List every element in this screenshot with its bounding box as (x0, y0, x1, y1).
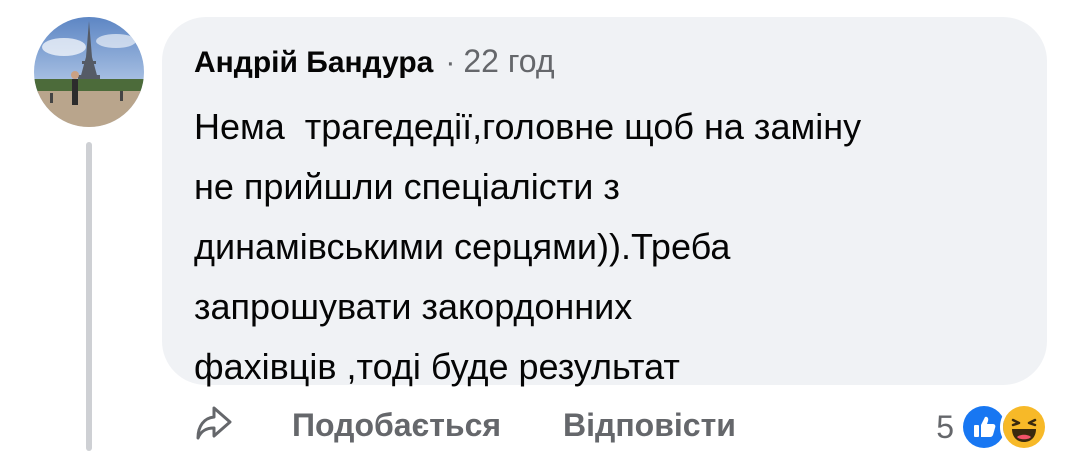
timestamp[interactable]: 22 год (463, 43, 554, 80)
reactions-summary[interactable]: 5 (936, 403, 1048, 451)
comment-text-line: динамівськими серцями)).Треба (194, 226, 731, 267)
reply-button[interactable]: Відповісти (563, 407, 736, 444)
comment-actions: Подобається Відповісти (192, 402, 736, 448)
separator-dot: · (445, 46, 456, 79)
haha-reaction-icon (1000, 403, 1048, 451)
reaction-count: 5 (936, 408, 954, 445)
thread-line (86, 142, 92, 451)
author-name[interactable]: Андрій Бандура (194, 46, 433, 80)
comment-text: Нема трагедедії,головне щоб на заміну не… (194, 97, 1034, 397)
reaction-icons (960, 403, 1048, 451)
avatar[interactable] (34, 17, 144, 127)
comment-bubble: Андрій Бандура · 22 год Нема трагедедії,… (162, 17, 1047, 387)
share-icon[interactable] (192, 402, 238, 448)
comment-text-line: не прийшли спеціалісти з (194, 166, 620, 207)
like-button[interactable]: Подобається (292, 407, 501, 444)
comment-text-line: Нема трагедедії,головне щоб на заміну (194, 106, 862, 147)
comment-text-line: фахівців ,тоді буде результат (194, 346, 680, 387)
avatar-photo-icon (34, 17, 144, 127)
comment-container: Андрій Бандура · 22 год Нема трагедедії,… (0, 0, 1080, 451)
comment-text-line: запрошувати закордонних (194, 286, 633, 327)
comment-header: Андрій Бандура · 22 год (194, 43, 555, 80)
